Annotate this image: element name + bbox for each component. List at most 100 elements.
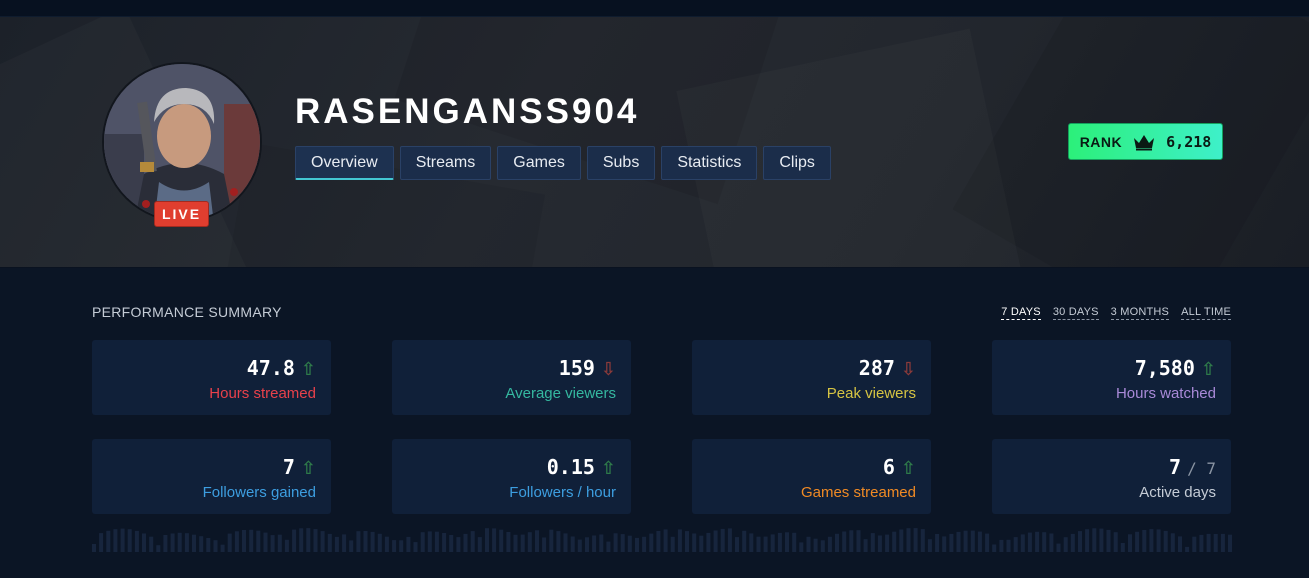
rank-label: RANK [1079,133,1123,150]
sparkline-bar [213,540,218,552]
sparkline-bar [99,533,104,552]
sparkline-bar [999,539,1004,552]
stat-label: Followers gained [202,484,316,501]
sparkline-bar [284,539,289,552]
sparkline-bar [849,530,854,552]
sparkline-bar [442,533,447,552]
sparkline-bar [1049,533,1054,552]
range-30-days[interactable]: 30 DAYS [1052,306,1099,320]
sparkline-bar [1092,528,1097,552]
sparkline-bar [1220,533,1225,552]
tab-games[interactable]: Games [497,146,581,180]
range-all-time[interactable]: ALL TIME [1181,306,1231,320]
tab-subs[interactable]: Subs [586,146,656,180]
trend-arrow-icon: ⇧ [300,458,316,478]
sparkline-bar [399,540,404,552]
activity-sparkline [92,528,1232,552]
stat-value: 47.8 [246,356,295,380]
sparkline-bar [663,529,668,552]
sparkline-bar [334,536,339,552]
stat-value: 6 [882,455,895,479]
sparkline-bar [384,536,389,552]
range-3-months[interactable]: 3 MONTHS [1110,306,1170,320]
sparkline-bar [756,536,761,552]
sparkline-bar [370,531,375,552]
stat-card-followers-per-hour: 0.15 ⇧ Followers / hour [392,439,631,514]
sparkline-bar [799,542,804,552]
sparkline-bar [706,532,711,552]
stat-label: Active days [1139,484,1216,501]
sparkline-bar [327,533,332,552]
sparkline-bar [299,528,304,552]
rank-value: 6,218 [1166,132,1212,151]
sparkline-bar [513,534,518,552]
tab-clips[interactable]: Clips [763,146,831,180]
sparkline-bar [427,531,432,552]
sparkline-bar [713,530,718,552]
sparkline-bar [184,533,189,552]
sparkline-bar [127,529,132,552]
sparkline-bar [606,541,611,552]
sparkline-bar [463,533,468,552]
sparkline-bar [977,531,982,552]
sparkline-bar [456,537,461,552]
rank-badge[interactable]: RANK 6,218 [1068,123,1223,160]
sparkline-bar [92,544,96,552]
sparkline-bar [1120,543,1125,552]
live-badge: LIVE [154,201,209,227]
sparkline-bar [935,534,940,552]
sparkline-bar [1213,534,1218,552]
sparkline-bar [449,535,454,552]
sparkline-bar [1228,534,1232,552]
sparkline-bar [892,531,897,552]
tab-streams[interactable]: Streams [399,146,492,180]
sparkline-bar [535,530,539,552]
sparkline-bar [1085,529,1090,552]
sparkline-bar [906,528,911,552]
sparkline-bar [992,544,997,552]
sparkline-bar [149,536,154,552]
sparkline-bar [856,530,861,552]
sparkline-bar [406,536,411,552]
sparkline-bar [1035,531,1040,552]
trend-arrow-icon: ⇧ [300,359,316,379]
sparkline-bar [520,534,525,552]
sparkline-bar [156,545,161,552]
sparkline-bar [1027,532,1032,552]
sparkline-bar [749,533,754,552]
sparkline-bar [277,534,282,552]
sparkline-bar [470,531,475,552]
stat-card-hours-streamed: 47.8 ⇧ Hours streamed [92,340,331,415]
trend-arrow-icon: ⇧ [600,458,616,478]
sparkline-bar [499,529,504,552]
sparkline-bar [1063,537,1068,552]
sparkline-bar [985,533,990,552]
sparkline-bar [177,532,182,552]
sparkline-bar [1149,529,1154,552]
sparkline-bar [735,537,739,552]
tab-statistics[interactable]: Statistics [661,146,758,180]
range-7-days[interactable]: 7 DAYS [1001,306,1041,320]
sparkline-bar [163,535,168,552]
sparkline-bar [1056,543,1061,552]
sparkline-bar [492,528,497,552]
sparkline-bar [827,536,832,552]
sparkline-bar [1185,546,1190,552]
sparkline-bar [1178,536,1182,552]
sparkline-bar [1106,529,1111,552]
tab-overview[interactable]: Overview [295,146,394,180]
sparkline-bar [1142,530,1147,552]
channel-name: RASENGANSS904 [295,92,640,131]
sparkline-bar [192,534,196,552]
sparkline-bar [1013,537,1018,552]
sparkline-bar [356,531,361,552]
sparkline-bar [842,531,847,552]
sparkline-bar [1020,534,1025,552]
sparkline-bar [927,539,932,552]
avatar[interactable] [102,62,262,222]
sparkline-bar [527,532,532,552]
sparkline-bar [592,535,597,552]
sparkline-bar [477,537,482,552]
stat-label: Games streamed [800,484,916,501]
sparkline-bar [234,531,239,552]
